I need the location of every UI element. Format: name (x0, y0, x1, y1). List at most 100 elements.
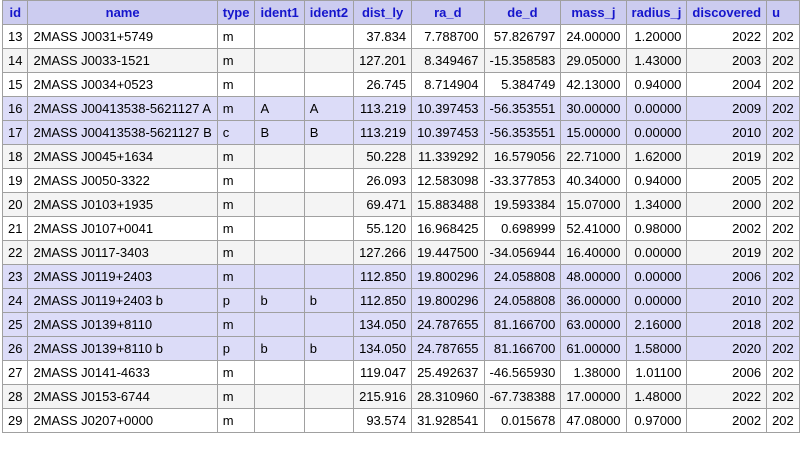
cell-type[interactable]: p (217, 337, 255, 361)
cell-radius_j[interactable]: 2.16000 (626, 313, 687, 337)
cell-mass_j[interactable]: 30.00000 (561, 97, 626, 121)
table-row[interactable]: 212MASS J0107+0041m55.12016.9684250.6989… (3, 217, 800, 241)
cell-ident2[interactable] (304, 313, 353, 337)
column-header-ident1[interactable]: ident1 (255, 1, 304, 25)
cell-ident2[interactable] (304, 241, 353, 265)
cell-de_d[interactable]: -34.056944 (484, 241, 561, 265)
cell-dist_ly[interactable]: 127.201 (354, 49, 412, 73)
cell-type[interactable]: m (217, 97, 255, 121)
cell-de_d[interactable]: -15.358583 (484, 49, 561, 73)
cell-id[interactable]: 21 (3, 217, 28, 241)
cell-mass_j[interactable]: 24.00000 (561, 25, 626, 49)
cell-type[interactable]: m (217, 409, 255, 433)
cell-type[interactable]: m (217, 217, 255, 241)
cell-id[interactable]: 27 (3, 361, 28, 385)
cell-ident1[interactable]: B (255, 121, 304, 145)
cell-ra_d[interactable]: 15.883488 (412, 193, 484, 217)
table-row[interactable]: 142MASS J0033-1521m127.2018.349467-15.35… (3, 49, 800, 73)
cell-type[interactable]: m (217, 265, 255, 289)
cell-dist_ly[interactable]: 93.574 (354, 409, 412, 433)
cell-dist_ly[interactable]: 112.850 (354, 289, 412, 313)
cell-de_d[interactable]: 81.166700 (484, 337, 561, 361)
cell-discovered[interactable]: 2006 (687, 265, 767, 289)
cell-ident1[interactable] (255, 361, 304, 385)
cell-radius_j[interactable]: 0.94000 (626, 73, 687, 97)
cell-discovered[interactable]: 2006 (687, 361, 767, 385)
cell-de_d[interactable]: 24.058808 (484, 265, 561, 289)
cell-ident2[interactable] (304, 169, 353, 193)
cell-type[interactable]: m (217, 385, 255, 409)
cell-ra_d[interactable]: 24.787655 (412, 337, 484, 361)
cell-name[interactable]: 2MASS J0119+2403 (28, 265, 217, 289)
cell-id[interactable]: 26 (3, 337, 28, 361)
column-header-discovered[interactable]: discovered (687, 1, 767, 25)
cell-name[interactable]: 2MASS J0153-6744 (28, 385, 217, 409)
cell-ident2[interactable]: B (304, 121, 353, 145)
cell-name[interactable]: 2MASS J0141-4633 (28, 361, 217, 385)
cell-name[interactable]: 2MASS J0139+8110 (28, 313, 217, 337)
column-header-ident2[interactable]: ident2 (304, 1, 353, 25)
cell-u_clipped[interactable]: 202 (767, 337, 800, 361)
cell-de_d[interactable]: 16.579056 (484, 145, 561, 169)
cell-u_clipped[interactable]: 202 (767, 289, 800, 313)
cell-ident2[interactable] (304, 265, 353, 289)
cell-radius_j[interactable]: 0.00000 (626, 289, 687, 313)
cell-mass_j[interactable]: 40.34000 (561, 169, 626, 193)
column-header-dist_ly[interactable]: dist_ly (354, 1, 412, 25)
cell-id[interactable]: 20 (3, 193, 28, 217)
cell-radius_j[interactable]: 1.48000 (626, 385, 687, 409)
cell-mass_j[interactable]: 29.05000 (561, 49, 626, 73)
cell-ident2[interactable] (304, 49, 353, 73)
cell-discovered[interactable]: 2022 (687, 385, 767, 409)
cell-mass_j[interactable]: 17.00000 (561, 385, 626, 409)
cell-discovered[interactable]: 2010 (687, 289, 767, 313)
cell-ident2[interactable]: b (304, 289, 353, 313)
table-row[interactable]: 282MASS J0153-6744m215.91628.310960-67.7… (3, 385, 800, 409)
cell-ra_d[interactable]: 31.928541 (412, 409, 484, 433)
cell-name[interactable]: 2MASS J0103+1935 (28, 193, 217, 217)
cell-type[interactable]: p (217, 289, 255, 313)
cell-mass_j[interactable]: 15.00000 (561, 121, 626, 145)
cell-ident1[interactable] (255, 73, 304, 97)
cell-id[interactable]: 14 (3, 49, 28, 73)
column-header-type[interactable]: type (217, 1, 255, 25)
cell-ident1[interactable] (255, 145, 304, 169)
cell-dist_ly[interactable]: 134.050 (354, 313, 412, 337)
cell-type[interactable]: c (217, 121, 255, 145)
cell-dist_ly[interactable]: 112.850 (354, 265, 412, 289)
cell-name[interactable]: 2MASS J0207+0000 (28, 409, 217, 433)
cell-ident1[interactable]: b (255, 337, 304, 361)
cell-mass_j[interactable]: 1.38000 (561, 361, 626, 385)
cell-ident1[interactable]: A (255, 97, 304, 121)
cell-radius_j[interactable]: 0.98000 (626, 217, 687, 241)
cell-u_clipped[interactable]: 202 (767, 193, 800, 217)
table-row[interactable]: 132MASS J0031+5749m37.8347.78870057.8267… (3, 25, 800, 49)
cell-u_clipped[interactable]: 202 (767, 217, 800, 241)
cell-de_d[interactable]: 57.826797 (484, 25, 561, 49)
cell-de_d[interactable]: -56.353551 (484, 97, 561, 121)
cell-mass_j[interactable]: 22.71000 (561, 145, 626, 169)
cell-u_clipped[interactable]: 202 (767, 73, 800, 97)
cell-discovered[interactable]: 2018 (687, 313, 767, 337)
cell-ra_d[interactable]: 7.788700 (412, 25, 484, 49)
table-row[interactable]: 152MASS J0034+0523m26.7458.7149045.38474… (3, 73, 800, 97)
column-header-u_clipped[interactable]: u (767, 1, 800, 25)
cell-mass_j[interactable]: 47.08000 (561, 409, 626, 433)
cell-id[interactable]: 29 (3, 409, 28, 433)
cell-id[interactable]: 15 (3, 73, 28, 97)
cell-name[interactable]: 2MASS J0031+5749 (28, 25, 217, 49)
cell-dist_ly[interactable]: 113.219 (354, 97, 412, 121)
cell-ra_d[interactable]: 12.583098 (412, 169, 484, 193)
cell-discovered[interactable]: 2005 (687, 169, 767, 193)
cell-ident1[interactable] (255, 409, 304, 433)
cell-de_d[interactable]: -56.353551 (484, 121, 561, 145)
table-row[interactable]: 182MASS J0045+1634m50.22811.33929216.579… (3, 145, 800, 169)
table-row[interactable]: 172MASS J00413538-5621127 BcBB113.21910.… (3, 121, 800, 145)
cell-discovered[interactable]: 2009 (687, 97, 767, 121)
cell-name[interactable]: 2MASS J0050-3322 (28, 169, 217, 193)
cell-ra_d[interactable]: 28.310960 (412, 385, 484, 409)
cell-discovered[interactable]: 2004 (687, 73, 767, 97)
cell-ident2[interactable] (304, 145, 353, 169)
cell-mass_j[interactable]: 61.00000 (561, 337, 626, 361)
cell-radius_j[interactable]: 0.97000 (626, 409, 687, 433)
